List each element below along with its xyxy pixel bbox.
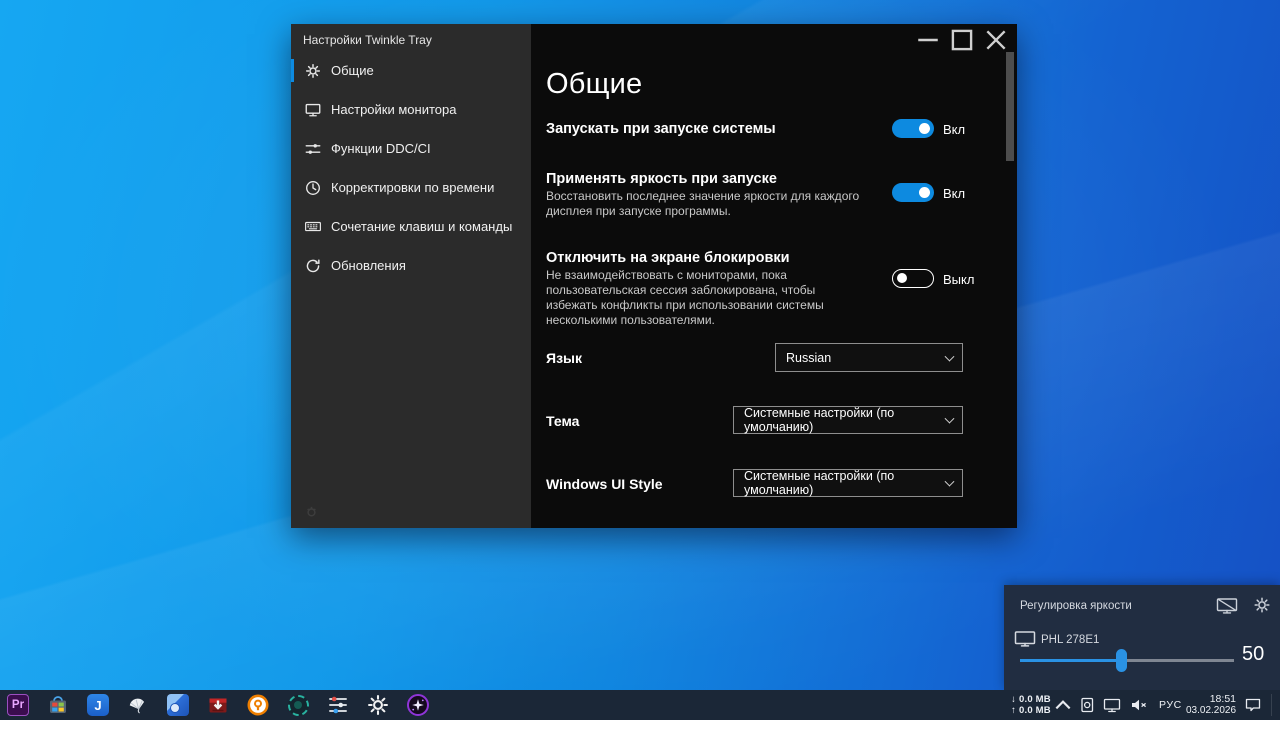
brightness-slider-thumb[interactable] [1116,649,1127,672]
tray-overflow-chevron-icon[interactable] [1053,695,1073,715]
ui-style-select[interactable]: Системные настройки (по умолчанию) [733,469,963,497]
twinkle-tray-sliders-icon[interactable] [326,693,350,717]
dashed-circle-app-icon[interactable] [286,693,310,717]
show-desktop-divider[interactable] [1271,694,1272,716]
tray-date: 03.02.2026 [1186,705,1236,717]
chevron-down-icon [945,414,955,424]
maximize-button[interactable] [945,27,979,53]
flyout-title: Регулировка яркости [1020,600,1132,612]
theme-label: Тема [546,413,579,429]
windows-settings-gear-icon[interactable] [366,693,390,717]
setting-apply-brightness-title: Применять яркость при запуске [546,171,777,187]
action-center-icon[interactable] [1243,695,1263,715]
taskbar: Pr J [0,690,1280,720]
sidebar-item-monitor-settings[interactable]: Настройки монитора [291,90,531,129]
sidebar-item-time-adjustments[interactable]: Корректировки по времени [291,168,531,207]
brightness-slider-fill [1020,659,1123,662]
sidebar-item-label: Общие [331,63,374,78]
monitor-icon [1014,630,1036,648]
apply-brightness-toggle[interactable] [892,183,934,202]
joplin-icon[interactable]: J [86,693,110,717]
monitor-icon [304,101,322,119]
purple-sparkle-app-icon[interactable] [406,693,430,717]
close-button[interactable] [979,27,1013,53]
openvpn-icon[interactable] [246,693,270,717]
theme-select-value: Системные настройки (по умолчанию) [744,406,936,434]
clock[interactable]: 18:51 03.02.2026 [1186,693,1236,723]
window-title: Настройки Twinkle Tray [303,33,432,47]
sidebar-item-label: Настройки монитора [331,102,456,117]
flyout-settings-gear-icon[interactable] [1252,595,1272,615]
minimize-button[interactable] [911,27,945,53]
settings-sidebar: Настройки Twinkle Tray Общие [291,24,531,528]
language-indicator[interactable]: РУС [1159,699,1182,729]
toggle-state-label: Выкл [943,272,974,287]
tray-tablet-sync-icon[interactable] [1077,695,1097,715]
sidebar-item-label: Функции DDC/CI [331,141,431,156]
desktop-wallpaper: Настройки Twinkle Tray Общие [0,0,1280,720]
toggle-state-label: Вкл [943,122,965,137]
sidebar-item-general[interactable]: Общие [291,51,531,90]
ui-style-select-value: Системные настройки (по умолчанию) [744,469,936,497]
twinkle-tray-logo-icon [303,503,320,520]
sidebar-nav: Общие Настройки монитора [291,51,531,285]
keyboard-icon [304,218,322,236]
sidebar-item-label: Сочетание клавиш и команды [331,219,512,234]
brightness-flyout: Регулировка яркости PHL 278E1 50 [1004,585,1280,690]
theme-select[interactable]: Системные настройки (по умолчанию) [733,406,963,434]
language-select-value: Russian [786,351,831,365]
brightness-slider-track[interactable] [1020,659,1234,662]
volume-muted-icon[interactable] [1129,695,1149,715]
clock-icon [304,179,322,197]
fan-app-icon[interactable] [126,693,150,717]
refresh-icon [304,257,322,275]
upload-arrow-icon: ↑ [1008,705,1019,716]
monitor-name: PHL 278E1 [1041,634,1099,646]
language-select[interactable]: Russian [775,343,963,372]
premiere-pro-icon[interactable]: Pr [6,693,30,717]
download-arrow-icon: ↓ [1008,694,1019,705]
page-title: Общие [546,68,642,101]
sidebar-item-updates[interactable]: Обновления [291,246,531,285]
chevron-down-icon [945,477,955,487]
wallet-app-icon[interactable] [166,693,190,717]
microsoft-store-icon[interactable] [46,693,70,717]
sidebar-item-label: Корректировки по времени [331,180,494,195]
run-at-startup-toggle[interactable] [892,119,934,138]
sidebar-item-ddcci[interactable]: Функции DDC/CI [291,129,531,168]
twinkle-tray-settings-window: Настройки Twinkle Tray Общие [291,24,1017,528]
ui-style-label: Windows UI Style [546,476,663,492]
upload-speed: 0.0 MB [1019,705,1051,716]
brightness-value: 50 [1242,643,1276,666]
window-scrollbar-thumb[interactable] [1006,52,1014,161]
window-caption-buttons [911,27,1013,53]
settings-content: Общие Запускать при запуске системы Вкл … [531,24,1017,528]
toggle-state-label: Вкл [943,186,965,201]
network-ethernet-icon[interactable] [1102,695,1122,715]
setting-run-at-startup-title: Запускать при запуске системы [546,121,776,137]
language-label: Язык [546,350,582,366]
setting-lockscreen-title: Отключить на экране блокировки [546,250,790,266]
sidebar-item-label: Обновления [331,258,406,273]
download-box-app-icon[interactable] [206,693,230,717]
chevron-down-icon [945,351,955,361]
setting-apply-brightness-description: Восстановить последнее значение яркости … [546,189,883,219]
sidebar-item-hotkeys[interactable]: Сочетание клавиш и команды [291,207,531,246]
turn-off-displays-icon[interactable] [1216,597,1238,615]
gear-icon [304,62,322,80]
tray-time: 18:51 [1186,693,1236,705]
download-speed: 0.0 MB [1019,694,1051,705]
taskbar-apps: Pr J [6,690,430,720]
setting-lockscreen-description: Не взаимодействовать с мониторами, пока … [546,268,870,328]
sliders-icon [304,140,322,158]
lockscreen-toggle[interactable] [892,269,934,288]
